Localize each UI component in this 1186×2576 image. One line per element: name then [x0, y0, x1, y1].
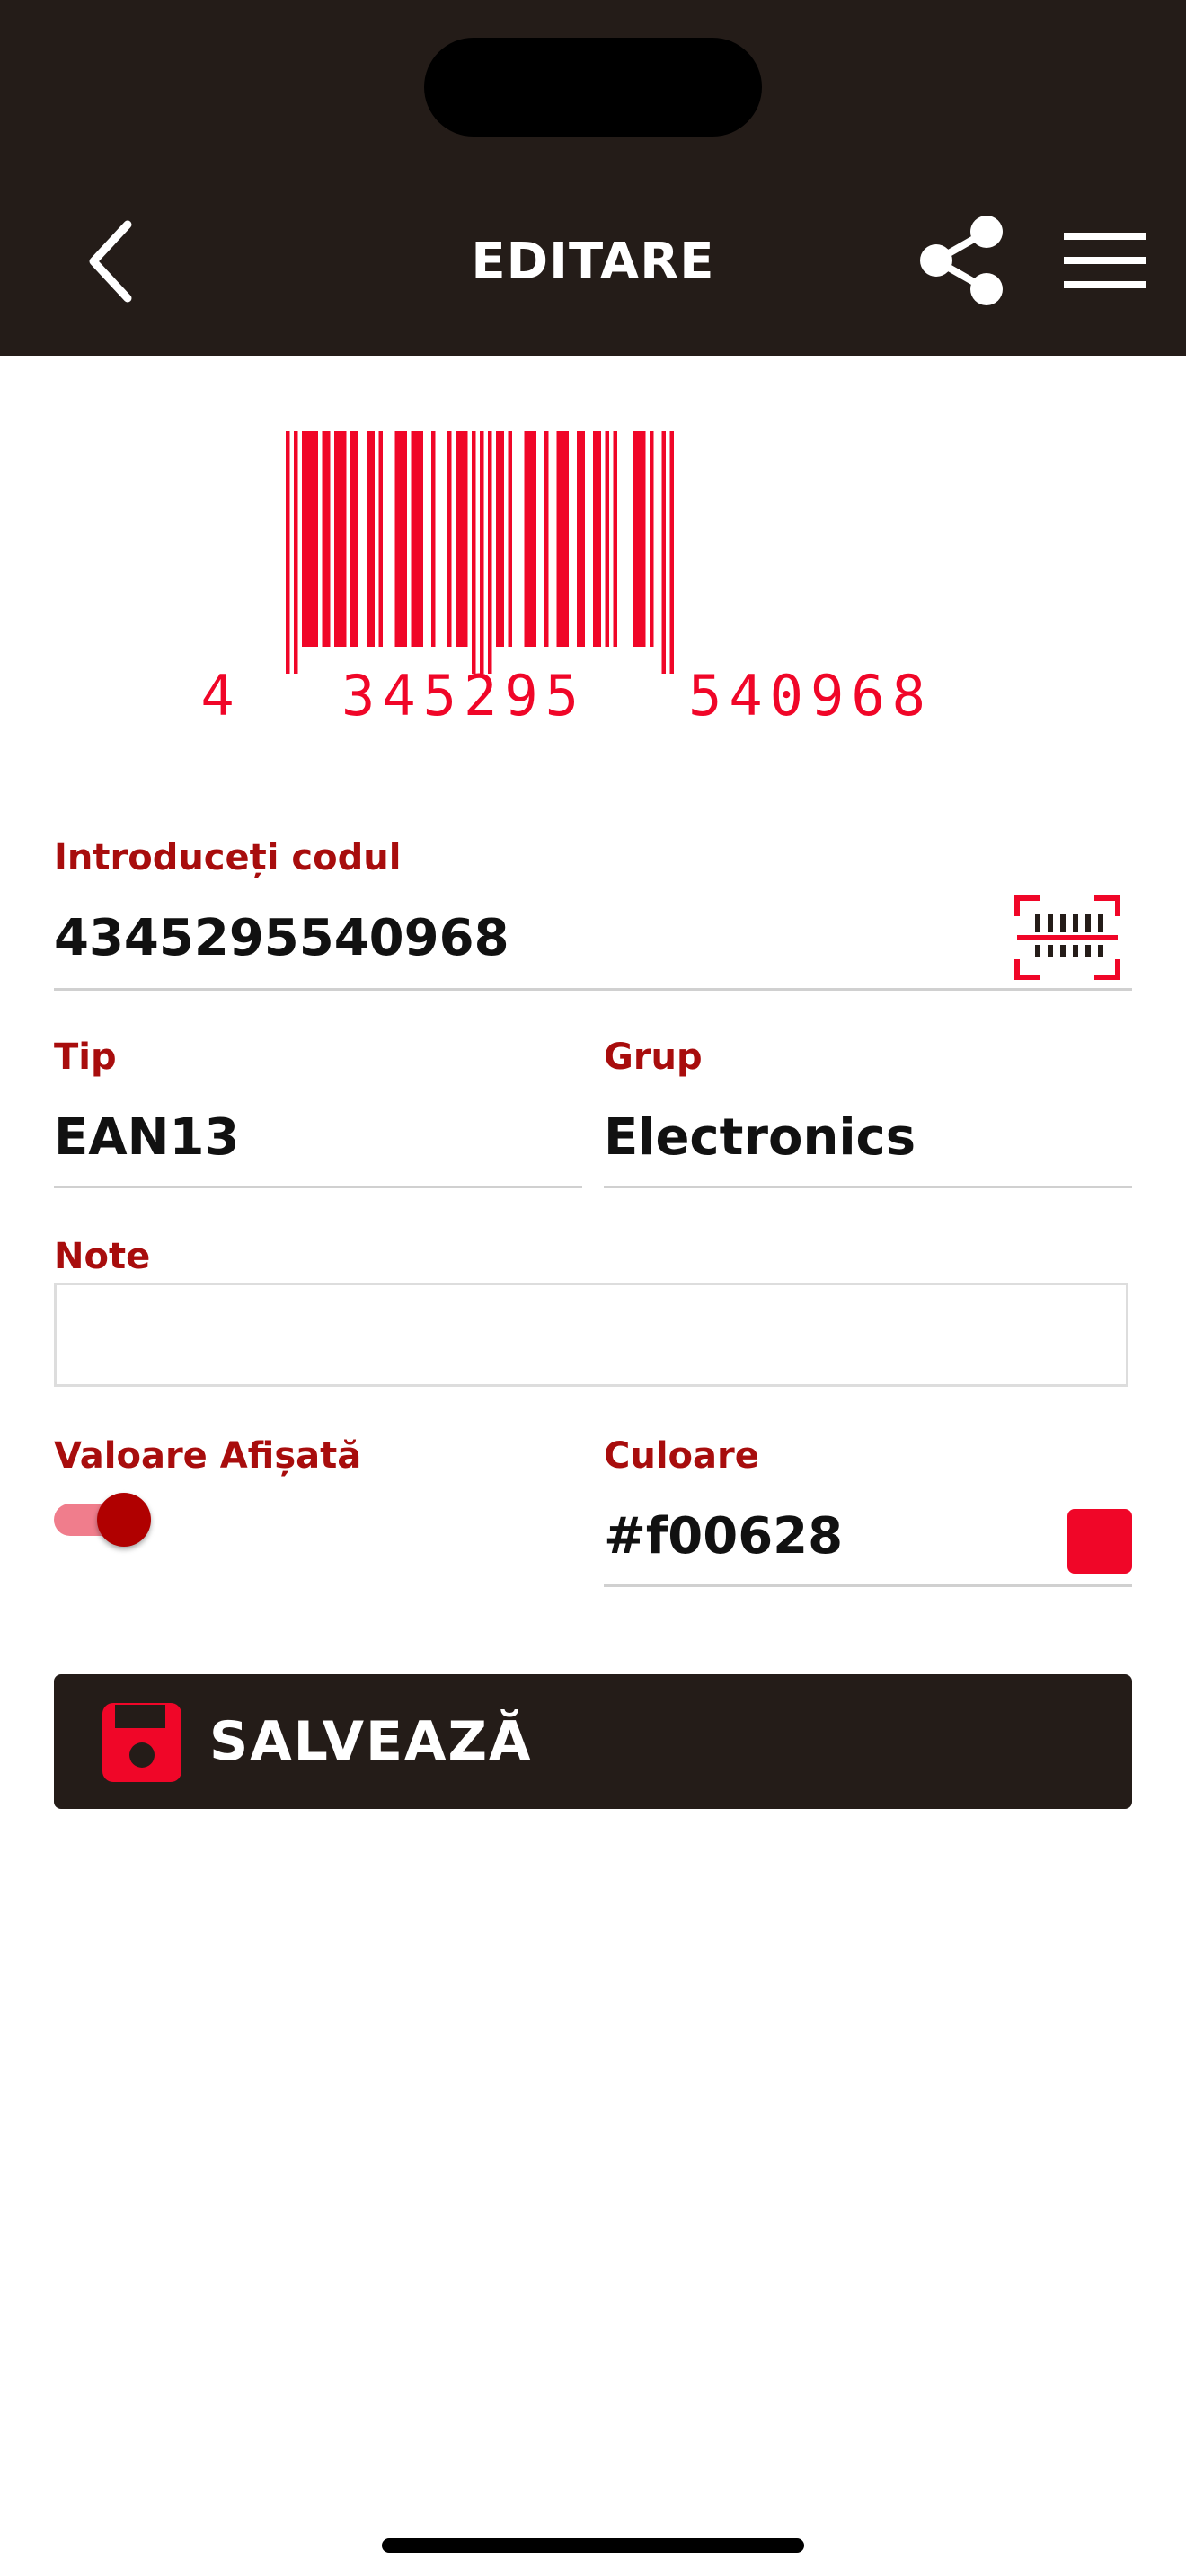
- dynamic-island: [424, 38, 762, 137]
- group-underline: [604, 1186, 1132, 1188]
- barcode-bar: [464, 431, 468, 647]
- barcode-bar: [633, 431, 638, 647]
- scan-button[interactable]: [1013, 895, 1121, 981]
- hamburger-menu-icon: [1064, 233, 1146, 288]
- save-button-label: SALVEAZĂ: [209, 1710, 533, 1773]
- barcode-bar: [561, 431, 565, 647]
- barcode-bar: [580, 431, 585, 647]
- barcode-bar: [394, 431, 399, 647]
- barcode-bar: [488, 431, 492, 674]
- barcode-bar: [314, 431, 318, 647]
- color-label: Culoare: [604, 1435, 759, 1477]
- home-indicator: [382, 2538, 804, 2553]
- barcode-bar: [556, 431, 561, 647]
- floppy-disk-icon: [102, 1703, 181, 1782]
- code-underline: [54, 988, 1132, 991]
- barcode-digits-left: 345295: [341, 663, 586, 728]
- barcode-bar: [480, 431, 484, 674]
- show-value-toggle[interactable]: [54, 1491, 162, 1548]
- barcode-bar: [528, 431, 533, 647]
- barcode-bar: [302, 431, 306, 647]
- barcode-preview: 4 345295 540968: [200, 431, 933, 728]
- color-underline: [604, 1584, 1132, 1587]
- barcode-bar: [350, 431, 355, 647]
- barcode-bar: [669, 431, 674, 674]
- group-label: Grup: [604, 1037, 703, 1078]
- barcode-bar: [605, 431, 609, 647]
- note-label: Note: [54, 1236, 151, 1277]
- barcode-bar: [577, 431, 581, 647]
- barcode-bar: [597, 431, 601, 647]
- barcode-bar: [338, 431, 342, 647]
- app-header: EDITARE: [0, 0, 1186, 356]
- barcode-bar: [367, 431, 371, 647]
- barcode-bar: [496, 431, 500, 647]
- barcode-bar: [334, 431, 339, 647]
- barcode-bar: [294, 431, 298, 674]
- barcode-bar: [642, 431, 646, 647]
- barcode-bar: [415, 431, 420, 647]
- barcode-scan-icon: [1014, 895, 1120, 980]
- code-input[interactable]: 4345295540968: [54, 907, 509, 970]
- barcode-bar: [456, 431, 460, 647]
- barcode-bar: [472, 431, 476, 674]
- barcode-bar: [431, 431, 436, 647]
- share-icon: [920, 216, 1003, 305]
- barcode-bar: [613, 431, 617, 647]
- note-input[interactable]: [54, 1283, 1128, 1387]
- show-value-label: Valoare Afișată: [54, 1435, 362, 1477]
- type-select[interactable]: EAN13: [54, 1107, 239, 1169]
- barcode-bar: [593, 431, 597, 647]
- barcode-bar: [354, 431, 358, 647]
- barcode-bar: [637, 431, 642, 647]
- barcode-bar: [419, 431, 423, 647]
- save-button[interactable]: SALVEAZĂ: [54, 1674, 1132, 1809]
- share-button[interactable]: [907, 205, 1015, 316]
- barcode-bar: [650, 431, 654, 647]
- barcode-bar: [305, 431, 310, 647]
- barcode-bar: [524, 431, 528, 647]
- barcode-bar: [544, 431, 549, 647]
- barcode-bar: [342, 431, 347, 647]
- barcode-bar: [370, 431, 375, 647]
- barcode-bar: [286, 431, 290, 674]
- barcode-bar: [378, 431, 383, 647]
- barcode-bar: [326, 431, 331, 647]
- barcode-bar: [403, 431, 407, 647]
- barcode-digits-right: 540968: [688, 663, 933, 728]
- barcode-bar: [399, 431, 403, 647]
- barcode-digit-first: 4: [200, 663, 237, 728]
- code-label: Introduceți codul: [54, 837, 402, 878]
- barcode-bar: [661, 431, 666, 674]
- type-label: Tip: [54, 1037, 117, 1078]
- group-select[interactable]: Electronics: [604, 1107, 916, 1169]
- barcode-bar: [564, 431, 569, 647]
- barcode-bar: [532, 431, 536, 647]
- barcode-bar: [322, 431, 326, 647]
- barcode-bar: [500, 431, 504, 647]
- barcode-bar: [310, 431, 314, 647]
- barcode-bar: [447, 431, 452, 647]
- color-input[interactable]: #f00628: [604, 1505, 843, 1568]
- barcode-bar: [508, 431, 512, 647]
- barcode-bar: [459, 431, 464, 647]
- barcode-bar: [411, 431, 415, 647]
- toggle-knob: [97, 1493, 151, 1547]
- type-underline: [54, 1186, 582, 1188]
- color-swatch[interactable]: [1067, 1509, 1132, 1574]
- menu-button[interactable]: [1056, 216, 1155, 305]
